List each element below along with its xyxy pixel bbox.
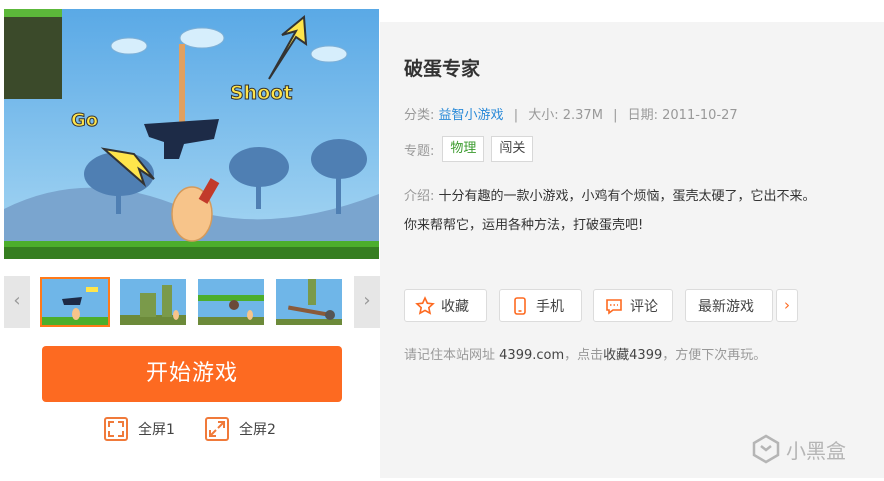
fullscreen-1-label: 全屏1 xyxy=(138,422,175,438)
watermark-text: 小黑盒 xyxy=(786,438,846,463)
expand-icon xyxy=(205,417,229,441)
mobile-button[interactable]: 手机 xyxy=(499,289,582,322)
site-address: 4399.com xyxy=(499,348,565,363)
fullscreen-2-button[interactable]: 全屏2 xyxy=(205,416,276,442)
comment-label: 评论 xyxy=(630,298,658,315)
chevron-right-icon[interactable]: › xyxy=(354,276,380,328)
fullscreen-icon xyxy=(104,417,128,441)
game-intro: 介绍: 十分有趣的一款小游戏，小鸡有个烦恼，蛋壳太硬了，它出不来。 你来帮帮它，… xyxy=(404,182,878,240)
category-label: 分类: xyxy=(404,108,435,123)
mobile-label: 手机 xyxy=(536,298,564,315)
watermark: 小黑盒 xyxy=(752,434,846,464)
divider: | xyxy=(613,108,618,123)
heybox-logo-icon xyxy=(752,434,780,464)
favorite-site-link[interactable]: 收藏4399 xyxy=(603,348,662,363)
topic-tag-physics[interactable]: 物理 xyxy=(442,136,485,162)
intro-label: 介绍: xyxy=(404,189,435,204)
thumbnail-1[interactable] xyxy=(40,277,110,327)
comment-icon xyxy=(606,298,622,315)
latest-games-button[interactable]: 最新游戏 xyxy=(685,289,773,322)
intro-text-1: 十分有趣的一款小游戏，小鸡有个烦恼，蛋壳太硬了，它出不来。 xyxy=(438,189,816,204)
date-label: 日期: xyxy=(627,108,658,123)
topic-label: 专题: xyxy=(404,143,435,159)
game-info-panel xyxy=(380,22,884,478)
game-meta: 分类: 益智小游戏 | 大小: 2.37M | 日期: 2011-10-27 xyxy=(404,104,738,123)
notice-suffix: ，方便下次再玩。 xyxy=(662,348,767,363)
notice-middle: ，点击 xyxy=(564,348,604,363)
thumbnail-3[interactable] xyxy=(196,277,266,327)
star-icon xyxy=(415,295,435,315)
fullscreen-2-label: 全屏2 xyxy=(239,422,276,438)
topic-tag-levels[interactable]: 闯关 xyxy=(491,136,534,162)
topic-row: 专题: 物理 闯关 xyxy=(404,136,534,162)
category-link[interactable]: 益智小游戏 xyxy=(439,108,504,123)
favorite-button[interactable]: 收藏 xyxy=(404,289,487,322)
start-game-button[interactable]: 开始游戏 xyxy=(42,346,342,402)
phone-icon xyxy=(514,296,526,315)
size-value: 2.37M xyxy=(562,108,603,123)
chevron-right-icon[interactable]: › xyxy=(776,289,798,322)
date-value: 2011-10-27 xyxy=(662,108,738,123)
intro-line-1: 介绍: 十分有趣的一款小游戏，小鸡有个烦恼，蛋壳太硬了，它出不来。 xyxy=(404,182,878,211)
bookmark-notice: 请记住本站网址 4399.com，点击收藏4399，方便下次再玩。 xyxy=(404,344,766,363)
game-screenshot[interactable]: Go Shoot xyxy=(4,9,379,259)
divider: | xyxy=(513,108,519,123)
intro-text-2: 你来帮帮它，运用各种方法，打破蛋壳吧! xyxy=(404,218,644,233)
page-title: 破蛋专家 xyxy=(404,58,481,80)
chevron-left-icon[interactable]: ‹ xyxy=(4,276,30,328)
notice-prefix: 请记住本站网址 xyxy=(404,348,496,363)
favorite-label: 收藏 xyxy=(441,298,469,315)
comment-button[interactable]: 评论 xyxy=(593,289,673,322)
fullscreen-1-button[interactable]: 全屏1 xyxy=(104,416,175,442)
latest-games-label: 最新游戏 xyxy=(698,298,754,315)
size-label: 大小: xyxy=(528,108,559,123)
thumbnail-4[interactable] xyxy=(274,277,344,327)
thumbnail-2[interactable] xyxy=(118,277,188,327)
screenshot-carousel: ‹ › xyxy=(4,276,380,328)
go-label: Go xyxy=(71,110,98,131)
shoot-label: Shoot xyxy=(230,82,292,104)
